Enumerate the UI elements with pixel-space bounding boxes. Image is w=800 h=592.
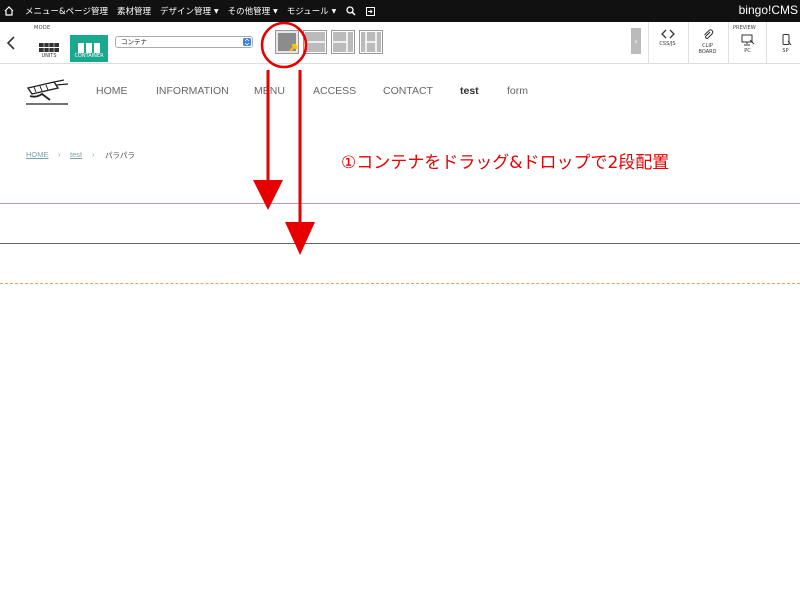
toolbar-scroll-right-button[interactable]: › — [631, 28, 641, 54]
code-icon — [660, 29, 675, 39]
layout-three-cols-button[interactable] — [359, 30, 383, 54]
pc-label: PC — [744, 48, 751, 54]
layout-two-cols-button[interactable] — [331, 30, 355, 54]
container-type-select[interactable]: コンテナ — [115, 36, 253, 48]
units-grid-icon — [39, 43, 59, 52]
nav-information[interactable]: INFORMATION — [156, 85, 229, 97]
menu-label: メニュー&ページ管理 — [25, 7, 108, 17]
back-arrow-icon[interactable] — [4, 34, 18, 52]
layout-two-cols-icon — [333, 32, 353, 52]
mode-units-button[interactable]: UNITS — [31, 35, 67, 62]
site-logo[interactable] — [24, 78, 70, 108]
menu-materials[interactable]: 素材管理 — [117, 5, 151, 17]
breadcrumb-separator: › — [58, 150, 61, 159]
nav-access[interactable]: ACCESS — [313, 85, 356, 97]
menu-label: モジュール — [286, 7, 329, 17]
css-js-label: CSS/JS — [659, 41, 676, 47]
instruction-annotation: ①コンテナをドラッグ&ドロップで2段配置 — [341, 153, 670, 173]
nav-form[interactable]: form — [507, 85, 528, 97]
brand-logo: bingo!CMS — [738, 3, 798, 17]
nav-home[interactable]: HOME — [96, 85, 128, 97]
home-icon[interactable] — [2, 0, 16, 22]
nav-test[interactable]: test — [460, 85, 479, 97]
mode-container-label: CONTAINER — [74, 53, 104, 59]
cms-editor-screen: メニュー&ページ管理 素材管理 デザイン管理 ▼ その他管理 ▼ モジュール ▼ bi… — [0, 0, 800, 592]
editor-toolbar: MODE UNITS CONTAINER コンテナ › CSS/JS CLIP … — [0, 22, 800, 64]
nav-contact[interactable]: CONTACT — [383, 85, 433, 97]
smartphone-icon — [782, 34, 791, 46]
breadcrumb-home[interactable]: HOME — [26, 150, 49, 159]
clipboard-label-line2: BOARD — [698, 49, 717, 55]
menu-label: その他管理 — [227, 7, 271, 17]
menu-other[interactable]: その他管理 ▼ — [228, 5, 278, 17]
clipboard-button[interactable]: CLIP BOARD — [688, 22, 726, 64]
arrow-icon — [285, 70, 315, 255]
menu-label: デザイン管理 — [159, 7, 211, 17]
preview-sp-button[interactable]: SP — [766, 22, 800, 64]
mode-label: MODE — [34, 25, 51, 31]
container-type-value: コンテナ — [121, 38, 147, 46]
exit-icon[interactable] — [366, 6, 376, 16]
layout-two-rows-icon — [305, 32, 325, 52]
menu-page-management[interactable]: メニュー&ページ管理 — [25, 5, 108, 17]
container-grid-icon — [78, 43, 100, 53]
caret-down-icon: ▼ — [273, 7, 278, 15]
mode-units-label: UNITS — [41, 53, 57, 59]
layout-three-cols-icon — [361, 32, 381, 52]
paperclip-icon — [703, 29, 713, 39]
caret-down-icon: ▼ — [214, 7, 219, 15]
layout-single-button[interactable] — [275, 30, 299, 54]
search-icon[interactable] — [346, 6, 356, 16]
select-arrows-icon — [243, 38, 251, 46]
monitor-icon — [741, 34, 754, 46]
mode-container-button[interactable]: CONTAINER — [70, 35, 108, 62]
admin-bar: メニュー&ページ管理 素材管理 デザイン管理 ▼ その他管理 ▼ モジュール ▼ bi… — [0, 0, 800, 22]
menu-modules[interactable]: モジュール ▼ — [287, 5, 337, 17]
container-boundary-line — [0, 203, 800, 204]
caret-down-icon: ▼ — [331, 7, 337, 15]
nav-menu[interactable]: MENU — [254, 85, 285, 97]
breadcrumb-test[interactable]: test — [70, 150, 82, 159]
preview-pc-button[interactable]: PC — [728, 22, 766, 64]
menu-label: 素材管理 — [116, 7, 151, 17]
breadcrumb-separator: › — [92, 150, 95, 159]
drop-zone-line — [0, 283, 800, 284]
container-boundary-line — [0, 243, 800, 244]
css-js-button[interactable]: CSS/JS — [648, 22, 686, 64]
layout-two-rows-button[interactable] — [303, 30, 327, 54]
menu-design[interactable]: デザイン管理 ▼ — [160, 5, 219, 17]
sp-label: SP — [782, 48, 789, 54]
drag-handle-icon — [289, 43, 298, 52]
breadcrumb-current: パラパラ — [105, 151, 135, 160]
